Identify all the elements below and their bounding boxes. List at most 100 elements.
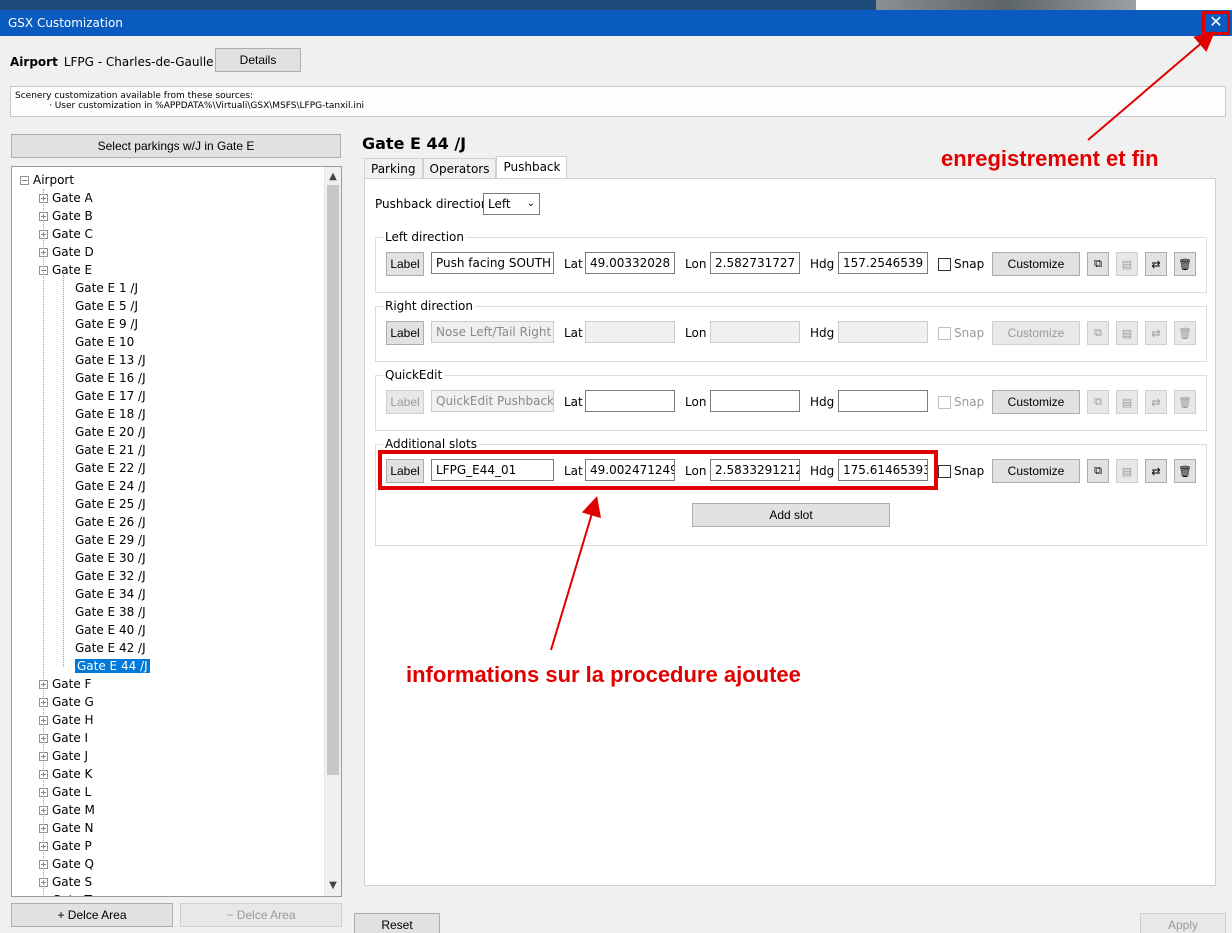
tree-scrollbar[interactable]: ▲ ▼ — [324, 167, 341, 896]
copy-icon[interactable]: ⧉ — [1087, 459, 1109, 483]
lat-input[interactable] — [585, 321, 675, 343]
snap-checkbox[interactable]: Snap — [938, 390, 984, 414]
label-button[interactable]: Label — [386, 459, 424, 483]
snap-checkbox[interactable]: Snap — [938, 252, 984, 276]
checkbox[interactable] — [938, 326, 951, 340]
tree-gate-expanded[interactable]: − Gate E — [39, 261, 92, 279]
checkbox[interactable] — [938, 257, 951, 271]
tree-gate[interactable]: + Gate M — [39, 801, 95, 819]
close-icon[interactable]: ✕ — [1202, 11, 1230, 35]
label-input[interactable]: QuickEdit Pushback — [431, 390, 554, 412]
customize-button[interactable]: Customize — [992, 390, 1080, 414]
select-parkings-button[interactable]: Select parkings w/J in Gate E — [11, 134, 341, 158]
tree-gate[interactable]: + Gate T — [39, 891, 92, 897]
swap-icon[interactable]: ⇄ — [1145, 390, 1167, 414]
hdg-input[interactable] — [838, 390, 928, 412]
copy-icon[interactable]: ⧉ — [1087, 390, 1109, 414]
snap-checkbox[interactable]: Snap — [938, 459, 984, 483]
tab-parking[interactable]: Parking — [364, 158, 423, 179]
delete-icon[interactable]: 🗑 — [1174, 252, 1196, 276]
customize-button[interactable]: Customize — [992, 252, 1080, 276]
tree-child-parking[interactable]: Gate E 44 /J — [75, 657, 150, 675]
tree-gate[interactable]: + Gate B — [39, 207, 93, 225]
label-button[interactable]: Label — [386, 321, 424, 345]
paste-icon[interactable]: ▤ — [1116, 252, 1138, 276]
tree-gate[interactable]: + Gate Q — [39, 855, 94, 873]
paste-icon[interactable]: ▤ — [1116, 321, 1138, 345]
lon-input[interactable] — [710, 321, 800, 343]
paste-icon[interactable]: ▤ — [1116, 459, 1138, 483]
swap-icon[interactable]: ⇄ — [1145, 459, 1167, 483]
swap-icon[interactable]: ⇄ — [1145, 321, 1167, 345]
label-input[interactable]: Nose Left/Tail Right (R — [431, 321, 554, 343]
tree-gate[interactable]: + Gate A — [39, 189, 93, 207]
customize-button[interactable]: Customize — [992, 321, 1080, 345]
swap-icon[interactable]: ⇄ — [1145, 252, 1167, 276]
tree-child-parking[interactable]: Gate E 38 /J — [75, 603, 146, 621]
tree-gate[interactable]: + Gate H — [39, 711, 94, 729]
lon-input[interactable] — [710, 390, 800, 412]
lon-input[interactable]: 2.582731727 — [710, 252, 800, 274]
lat-input[interactable]: 49.00332028 — [585, 252, 675, 274]
add-slot-button[interactable]: Add slot — [692, 503, 890, 527]
tree-child-parking[interactable]: Gate E 20 /J — [75, 423, 146, 441]
tree-child-parking[interactable]: Gate E 9 /J — [75, 315, 138, 333]
apply-button[interactable]: Apply — [1140, 913, 1226, 933]
tree-child-parking[interactable]: Gate E 18 /J — [75, 405, 146, 423]
tree-child-parking[interactable]: Gate E 5 /J — [75, 297, 138, 315]
snap-checkbox[interactable]: Snap — [938, 321, 984, 345]
lat-input[interactable]: 49.0024712496 — [585, 459, 675, 481]
delete-icon[interactable]: 🗑 — [1174, 390, 1196, 414]
label-button[interactable]: Label — [386, 390, 424, 414]
paste-icon[interactable]: ▤ — [1116, 390, 1138, 414]
scroll-up-icon[interactable]: ▲ — [325, 169, 341, 185]
parking-tree[interactable]: ▲ ▼ − Airport + Gate A + Gate B + Gate C + Gate D… — [11, 166, 342, 897]
label-button[interactable]: Label — [386, 252, 424, 276]
tree-gate[interactable]: + Gate K — [39, 765, 92, 783]
tree-gate[interactable]: + Gate N — [39, 819, 94, 837]
tree-child-parking[interactable]: Gate E 16 /J — [75, 369, 146, 387]
scroll-down-icon[interactable]: ▼ — [325, 878, 341, 894]
tree-root-airport[interactable]: − Airport — [20, 171, 74, 189]
tree-child-parking[interactable]: Gate E 1 /J — [75, 279, 138, 297]
tree-child-parking[interactable]: Gate E 13 /J — [75, 351, 146, 369]
tree-child-parking[interactable]: Gate E 29 /J — [75, 531, 146, 549]
tree-child-parking[interactable]: Gate E 26 /J — [75, 513, 146, 531]
label-input[interactable]: LFPG_E44_01 — [431, 459, 554, 481]
lon-input[interactable]: 2.58332912129 — [710, 459, 800, 481]
tree-child-parking[interactable]: Gate E 30 /J — [75, 549, 146, 567]
tree-gate[interactable]: + Gate I — [39, 729, 88, 747]
tree-gate[interactable]: + Gate C — [39, 225, 93, 243]
tree-child-parking[interactable]: Gate E 10 — [75, 333, 134, 351]
checkbox[interactable] — [938, 464, 951, 478]
remove-delce-area-button[interactable]: − Delce Area — [180, 903, 342, 927]
tree-gate[interactable]: + Gate D — [39, 243, 94, 261]
pushback-direction-select[interactable]: Left ⌄ — [483, 193, 540, 215]
tree-gate[interactable]: + Gate S — [39, 873, 92, 891]
copy-icon[interactable]: ⧉ — [1087, 252, 1109, 276]
hdg-input[interactable]: 175.614653931 — [838, 459, 928, 481]
tree-child-parking[interactable]: Gate E 40 /J — [75, 621, 146, 639]
tree-child-parking[interactable]: Gate E 17 /J — [75, 387, 146, 405]
tree-gate[interactable]: + Gate G — [39, 693, 94, 711]
expand-icon[interactable]: + — [39, 896, 48, 897]
tree-child-parking[interactable]: Gate E 32 /J — [75, 567, 146, 585]
hdg-input[interactable]: 157.2546539 — [838, 252, 928, 274]
tree-child-parking[interactable]: Gate E 21 /J — [75, 441, 146, 459]
checkbox[interactable] — [938, 395, 951, 409]
hdg-input[interactable] — [838, 321, 928, 343]
customize-button[interactable]: Customize — [992, 459, 1080, 483]
tree-child-parking[interactable]: Gate E 42 /J — [75, 639, 146, 657]
copy-icon[interactable]: ⧉ — [1087, 321, 1109, 345]
tree-gate[interactable]: + Gate J — [39, 747, 88, 765]
label-input[interactable]: Push facing SOUTH or — [431, 252, 554, 274]
scroll-thumb[interactable] — [327, 185, 339, 775]
tree-child-parking[interactable]: Gate E 25 /J — [75, 495, 146, 513]
tab-operators[interactable]: Operators — [422, 158, 497, 179]
tab-pushback[interactable]: Pushback — [496, 156, 568, 179]
tree-child-parking[interactable]: Gate E 34 /J — [75, 585, 146, 603]
lat-input[interactable] — [585, 390, 675, 412]
delete-icon[interactable]: 🗑 — [1174, 321, 1196, 345]
collapse-icon[interactable]: − — [20, 176, 29, 185]
reset-button[interactable]: Reset — [354, 913, 440, 933]
